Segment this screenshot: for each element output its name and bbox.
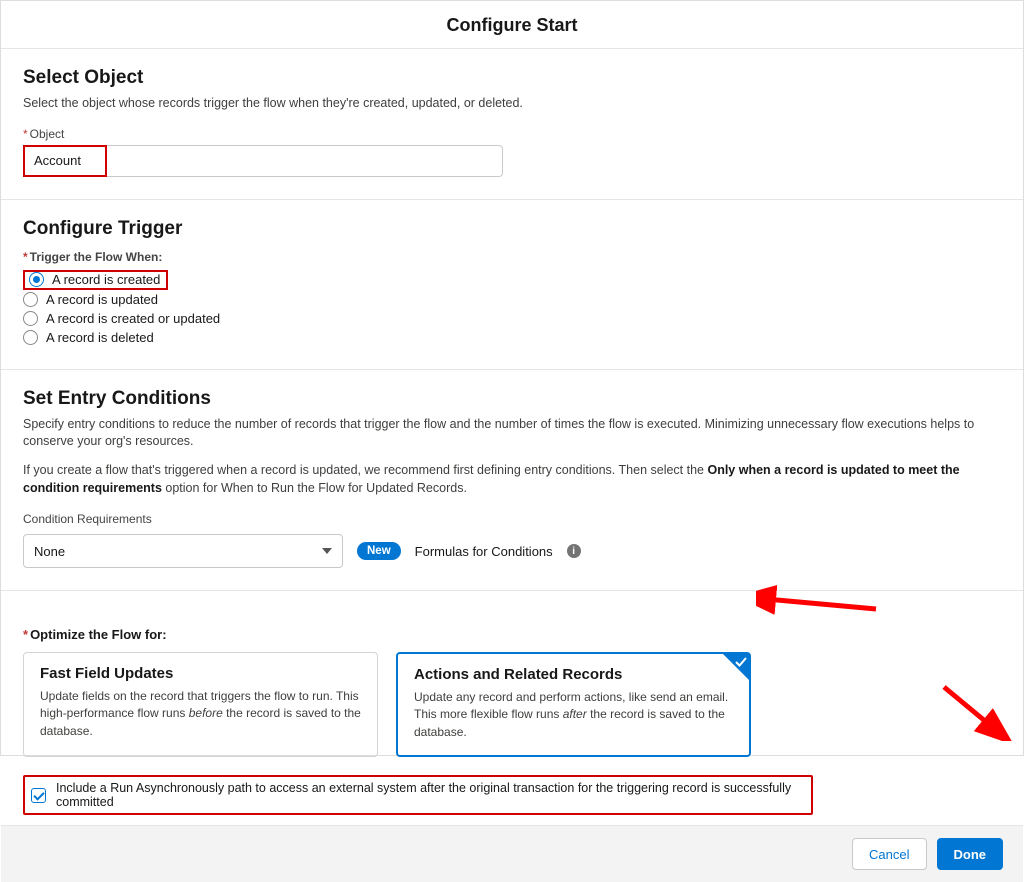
- optimize-cards: Fast Field Updates Update fields on the …: [23, 652, 1001, 757]
- card-desc-actions: Update any record and perform actions, l…: [414, 689, 733, 741]
- entry-conditions-section: Set Entry Conditions Specify entry condi…: [1, 370, 1023, 592]
- modal-title: Configure Start: [1, 1, 1023, 49]
- optimize-section: Optimize the Flow for: Fast Field Update…: [1, 591, 1023, 825]
- entry-conditions-help: Specify entry conditions to reduce the n…: [23, 416, 1001, 451]
- trigger-when-label: Trigger the Flow When:: [23, 250, 1001, 264]
- trigger-option-created-updated-row[interactable]: A record is created or updated: [23, 309, 1001, 328]
- entry-conditions-heading: Set Entry Conditions: [23, 388, 1001, 410]
- card-fast-field-updates[interactable]: Fast Field Updates Update fields on the …: [23, 652, 378, 757]
- optimize-label: Optimize the Flow for:: [23, 627, 1001, 642]
- trigger-radio-deleted[interactable]: [23, 330, 38, 345]
- entry-conditions-para2: If you create a flow that's triggered wh…: [23, 461, 1001, 499]
- card-desc-fast: Update fields on the record that trigger…: [40, 688, 361, 740]
- async-checkbox-row[interactable]: Include a Run Asynchronously path to acc…: [23, 775, 813, 815]
- chevron-down-icon: [322, 548, 332, 554]
- select-object-heading: Select Object: [23, 67, 1001, 89]
- trigger-option-deleted-row[interactable]: A record is deleted: [23, 328, 1001, 347]
- trigger-label-created-updated: A record is created or updated: [46, 311, 220, 326]
- trigger-label-updated: A record is updated: [46, 292, 158, 307]
- modal-footer: Cancel Done: [1, 825, 1023, 882]
- select-object-section: Select Object Select the object whose re…: [1, 49, 1023, 200]
- cancel-button[interactable]: Cancel: [852, 838, 926, 870]
- select-object-help: Select the object whose records trigger …: [23, 95, 1001, 113]
- trigger-radio-group: A record is created A record is updated …: [23, 270, 1001, 347]
- card-title-fast: Fast Field Updates: [40, 665, 361, 682]
- object-field-label: Object: [23, 127, 1001, 141]
- trigger-radio-updated[interactable]: [23, 292, 38, 307]
- info-icon[interactable]: i: [567, 544, 581, 558]
- new-badge: New: [357, 542, 401, 560]
- trigger-label-deleted: A record is deleted: [46, 330, 154, 345]
- card-title-actions: Actions and Related Records: [414, 666, 733, 683]
- card-actions-related-records[interactable]: Actions and Related Records Update any r…: [396, 652, 751, 757]
- async-checkbox[interactable]: [31, 788, 46, 803]
- condition-req-label: Condition Requirements: [23, 512, 1001, 526]
- trigger-option-created-row[interactable]: A record is created: [23, 270, 168, 290]
- done-button[interactable]: Done: [937, 838, 1004, 870]
- trigger-radio-created-updated[interactable]: [23, 311, 38, 326]
- condition-req-value: None: [34, 544, 65, 559]
- condition-req-select[interactable]: None: [23, 534, 343, 568]
- configure-trigger-heading: Configure Trigger: [23, 218, 1001, 240]
- trigger-option-updated-row[interactable]: A record is updated: [23, 290, 1001, 309]
- formulas-for-conditions-label: Formulas for Conditions: [415, 544, 553, 559]
- configure-trigger-section: Configure Trigger Trigger the Flow When:…: [1, 200, 1023, 370]
- configure-start-modal: Configure Start Select Object Select the…: [0, 0, 1024, 756]
- selected-corner-icon: [723, 654, 749, 680]
- async-checkbox-label: Include a Run Asynchronously path to acc…: [56, 781, 805, 809]
- trigger-label-created: A record is created: [52, 272, 160, 287]
- object-input[interactable]: [23, 145, 503, 177]
- trigger-radio-created[interactable]: [29, 272, 44, 287]
